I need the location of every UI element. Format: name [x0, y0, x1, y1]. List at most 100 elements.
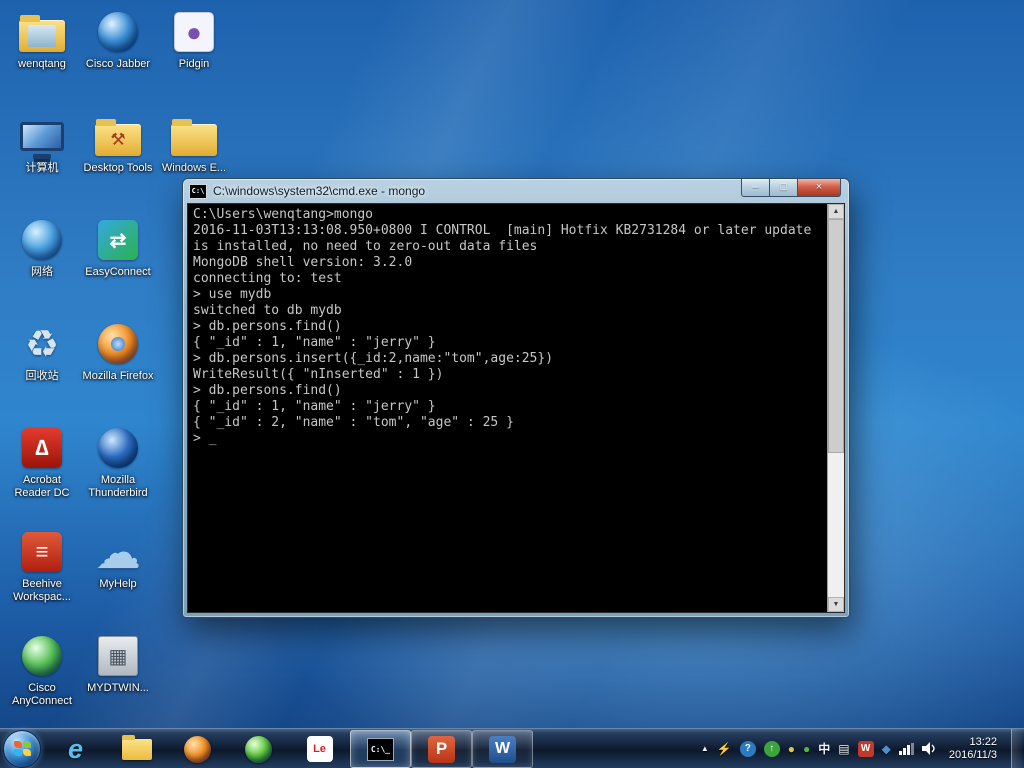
desktop-icon-mydtwin[interactable]: ▦ MYDTWIN...	[82, 632, 154, 695]
icon-label: Mozilla Thunderbird	[82, 474, 154, 500]
desktop-icon-computer[interactable]: 计算机	[6, 112, 78, 175]
close-button[interactable]: ×	[797, 179, 841, 197]
desktop-icon-windows-explorer-folder[interactable]: Windows E...	[158, 112, 230, 175]
icon-label: 回收站	[6, 370, 78, 383]
console-scrollbar[interactable]: ▲ ▼	[827, 204, 844, 612]
firefox-icon	[184, 736, 211, 763]
taskbar-letv-button[interactable]: Le	[289, 730, 350, 768]
console-line: > db.persons.find()	[193, 383, 820, 399]
jabber-icon	[98, 12, 138, 52]
window-title: C:\windows\system32\cmd.exe - mongo	[213, 184, 735, 198]
start-button[interactable]	[3, 730, 41, 768]
scroll-down-arrow[interactable]: ▼	[828, 597, 844, 612]
taskbar-buttons: e Le C:\_ P W	[45, 729, 533, 768]
status-green-icon[interactable]: ●	[803, 743, 810, 755]
console-line: { "_id" : 1, "name" : "jerry" }	[193, 335, 820, 351]
window-titlebar[interactable]: C:\ C:\windows\system32\cmd.exe - mongo …	[183, 179, 849, 203]
taskbar: e Le C:\_ P W ▲	[0, 728, 1024, 768]
icon-label: Windows E...	[158, 162, 230, 175]
icon-label: MyHelp	[82, 578, 154, 591]
volume-icon[interactable]	[922, 742, 937, 755]
scrollbar-track[interactable]	[828, 219, 844, 597]
desktop: wenqtang 计算机 网络 ♻ 回收站 ∆ Acrobat Reader D…	[0, 0, 1024, 768]
keyboard-layout-icon[interactable]: ▤	[838, 743, 849, 755]
caption-buttons: – □ ×	[741, 179, 841, 197]
scrollbar-thumb[interactable]	[828, 219, 844, 453]
minimize-button[interactable]: –	[741, 179, 770, 197]
cmd-icon: C:\	[189, 184, 207, 199]
desktop-icon-wenqtang[interactable]: wenqtang	[6, 8, 78, 71]
icon-label: EasyConnect	[82, 266, 154, 279]
icon-label: Desktop Tools	[82, 162, 154, 175]
ime-indicator[interactable]: 中	[818, 743, 830, 755]
maximize-button[interactable]: □	[770, 179, 797, 197]
taskbar-green-browser-button[interactable]	[228, 730, 289, 768]
desktop-icon-acrobat-reader[interactable]: ∆ Acrobat Reader DC	[6, 424, 78, 500]
icon-label: Mozilla Firefox	[82, 370, 154, 383]
help-icon[interactable]: ?	[740, 741, 756, 757]
desktop-icon-beehive-workspaces[interactable]: ≡ Beehive Workspac...	[6, 528, 78, 604]
icon-label: Cisco AnyConnect	[6, 682, 78, 708]
icon-label: 网络	[6, 266, 78, 279]
desktop-icon-easyconnect[interactable]: ⇄ EasyConnect	[82, 216, 154, 279]
cmd-icon: C:\_	[367, 738, 394, 761]
word-icon: W	[489, 736, 516, 763]
console-line: { "_id" : 1, "name" : "jerry" }	[193, 399, 820, 415]
console-line: C:\Users\wenqtang>mongo	[193, 207, 820, 223]
taskbar-ie-button[interactable]: e	[45, 730, 106, 768]
desktop-icon-pidgin[interactable]: ● Pidgin	[158, 8, 230, 71]
acrobat-icon: ∆	[22, 428, 62, 468]
clock-time: 13:22	[949, 736, 997, 749]
tools-folder-icon: ⚒	[95, 124, 141, 156]
desktop-icon-myhelp[interactable]: ☁ MyHelp	[82, 528, 154, 591]
installer-icon: ▦	[98, 636, 138, 676]
desktop-icon-desktop-tools[interactable]: ⚒ Desktop Tools	[82, 112, 154, 175]
easyconnect-icon: ⇄	[98, 220, 138, 260]
anyconnect-icon	[22, 636, 62, 676]
firefox-icon	[98, 324, 138, 364]
taskbar-word-button[interactable]: W	[472, 730, 533, 768]
console-line: > db.persons.find()	[193, 319, 820, 335]
desktop-icon-cisco-anyconnect[interactable]: Cisco AnyConnect	[6, 632, 78, 708]
clock-date: 2016/11/3	[949, 749, 997, 762]
show-desktop-button[interactable]	[1011, 729, 1022, 768]
powerpoint-icon: P	[428, 736, 455, 763]
console-output[interactable]: C:\Users\wenqtang>mongo 2016-11-03T13:13…	[187, 203, 845, 613]
desktop-icon-firefox[interactable]: Mozilla Firefox	[82, 320, 154, 383]
network-icon[interactable]	[899, 743, 914, 755]
network-globe-icon	[22, 220, 62, 260]
icon-label: 计算机	[6, 162, 78, 175]
console-line: WriteResult({ "nInserted" : 1 })	[193, 367, 820, 383]
thunderbird-icon	[98, 428, 138, 468]
computer-icon	[20, 122, 64, 151]
vpn-app-icon[interactable]: ◆	[882, 743, 891, 755]
taskbar-explorer-button[interactable]	[106, 730, 167, 768]
recycle-bin-icon: ♻	[25, 322, 59, 367]
system-tray: ▲ ⚡ ? ↑ ● ● 中 ▤ W ◆ 13:22 2016/11/3	[701, 729, 1024, 768]
pidgin-icon: ●	[174, 12, 214, 52]
desktop-icon-thunderbird[interactable]: Mozilla Thunderbird	[82, 424, 154, 500]
console-line: > db.persons.insert({_id:2,name:"tom",ag…	[193, 351, 820, 367]
desktop-icon-cisco-jabber[interactable]: Cisco Jabber	[82, 8, 154, 71]
desktop-icon-recycle-bin[interactable]: ♻ 回收站	[6, 320, 78, 383]
letv-icon: Le	[307, 736, 333, 762]
icon-label: MYDTWIN...	[82, 682, 154, 695]
console-line: { "_id" : 2, "name" : "tom", "age" : 25 …	[193, 415, 820, 431]
power-icon[interactable]: ⚡	[717, 743, 732, 755]
update-icon[interactable]: ↑	[764, 741, 780, 757]
console-line: connecting to: test	[193, 271, 820, 287]
cmd-window: C:\ C:\windows\system32\cmd.exe - mongo …	[182, 178, 850, 618]
console-line: > use mydb	[193, 287, 820, 303]
taskbar-firefox-button[interactable]	[167, 730, 228, 768]
icon-label: Pidgin	[158, 58, 230, 71]
scroll-up-arrow[interactable]: ▲	[828, 204, 844, 219]
user-folder-icon	[19, 20, 65, 52]
taskbar-powerpoint-button[interactable]: P	[411, 730, 472, 768]
status-yellow-icon[interactable]: ●	[788, 743, 795, 755]
hidden-icons-chevron-icon[interactable]: ▲	[701, 745, 709, 753]
taskbar-clock[interactable]: 13:22 2016/11/3	[949, 736, 997, 762]
security-app-icon[interactable]: W	[858, 741, 874, 757]
desktop-icon-network[interactable]: 网络	[6, 216, 78, 279]
cloud-icon: ☁	[95, 525, 141, 579]
taskbar-cmd-button[interactable]: C:\_	[350, 730, 411, 768]
